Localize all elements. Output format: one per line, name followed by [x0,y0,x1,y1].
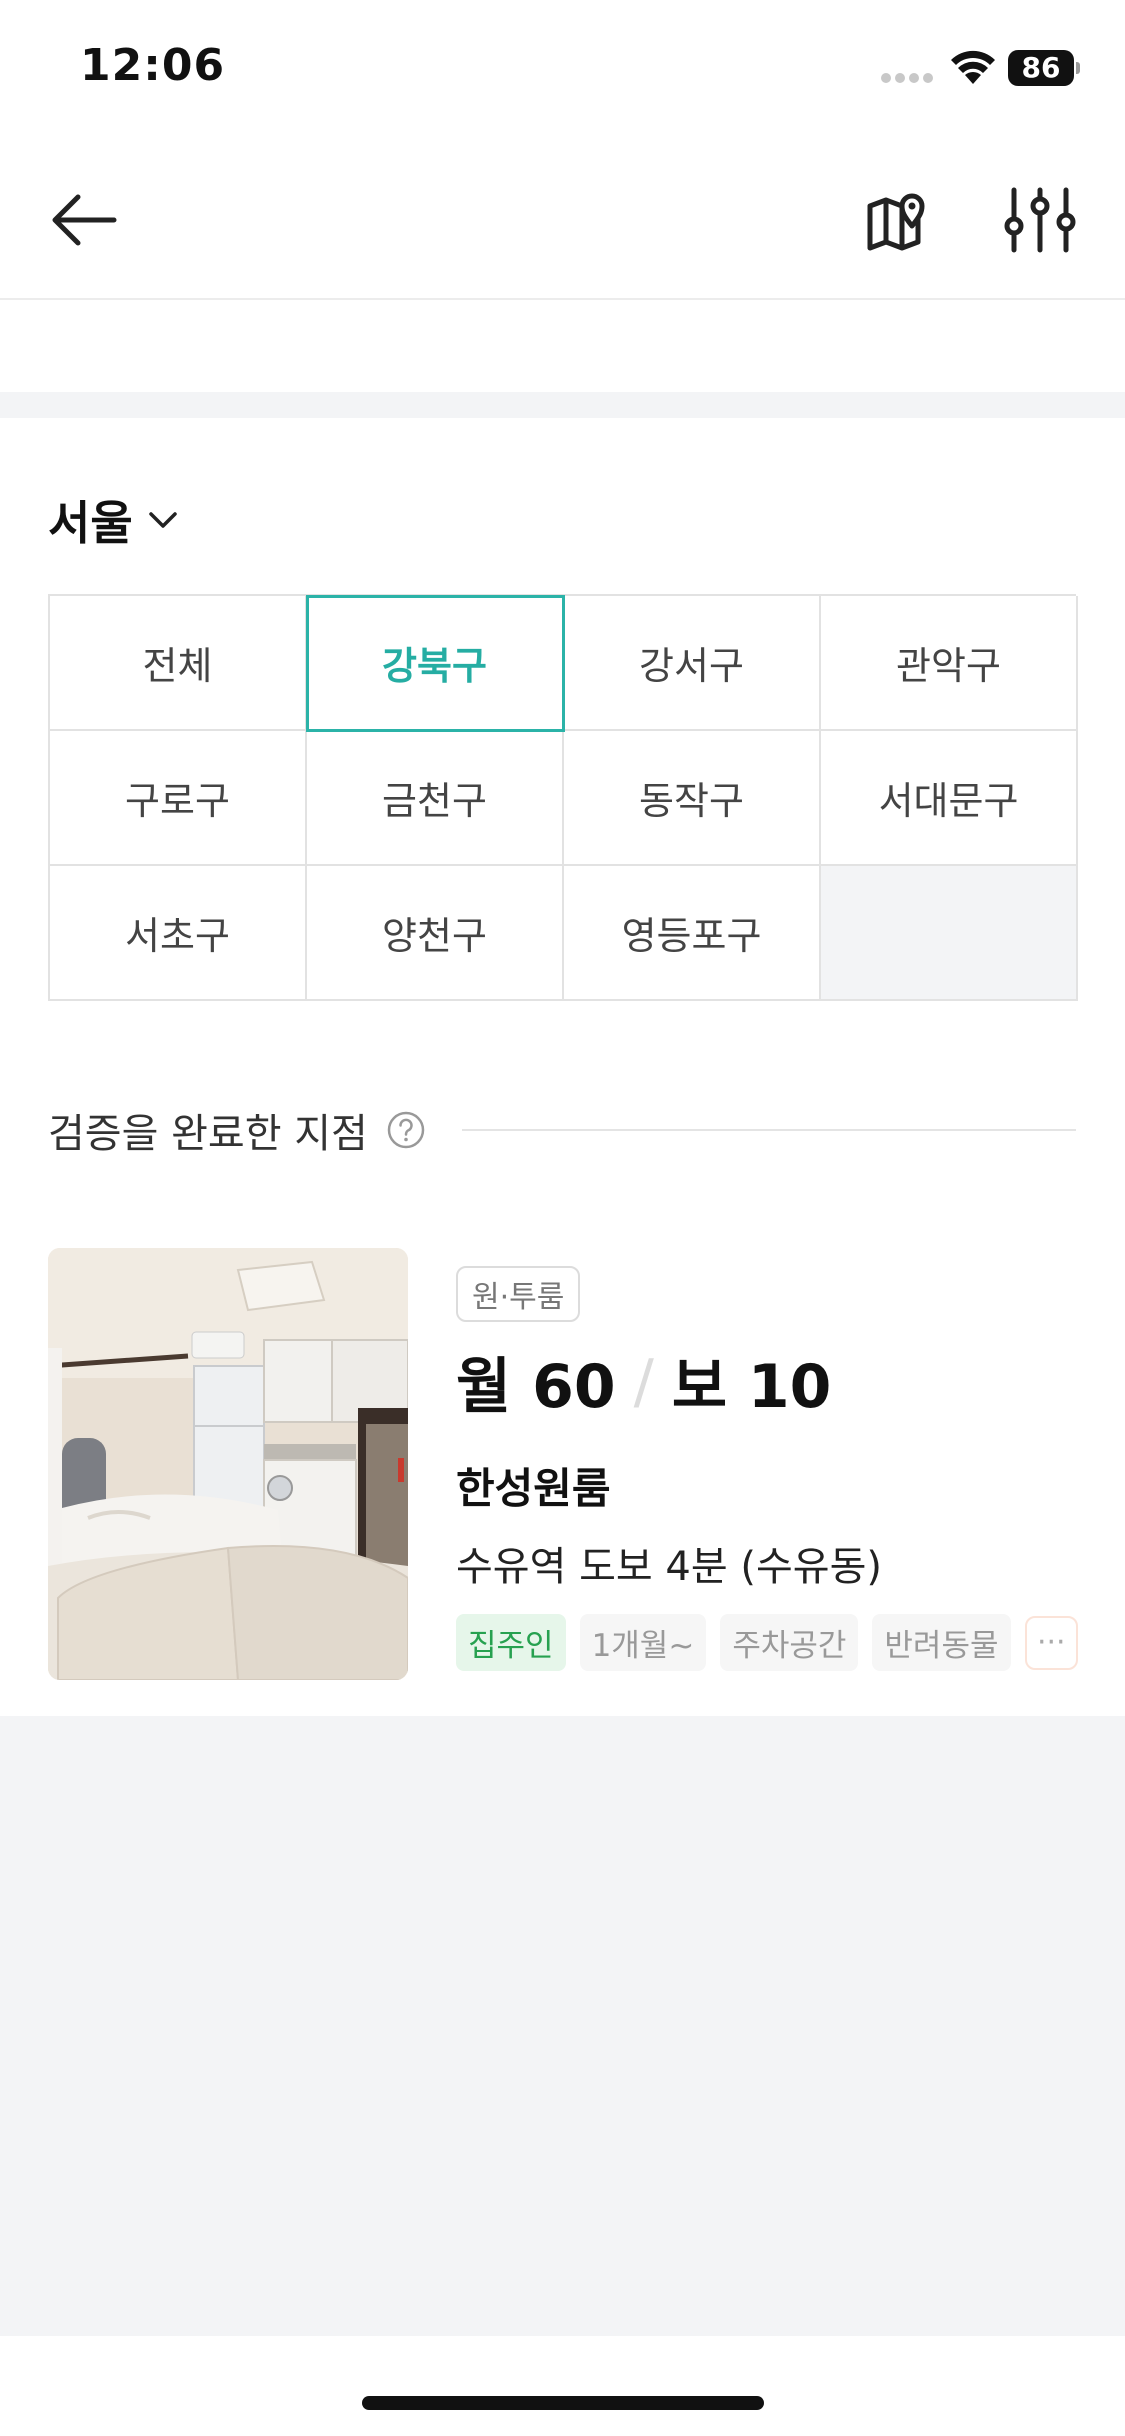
monthly-rent: 월 60 [456,1352,616,1422]
district-seodaemun[interactable]: 서대문구 [821,731,1078,866]
listing-info: 원·투룸 월 60 / 보 10 한성원룸 수유역 도보 4분 (수유동) 집주… [456,1266,1078,1671]
room-type-badge: 원·투룸 [456,1266,581,1322]
district-yangcheon[interactable]: 양천구 [307,866,564,1001]
price-row: 월 60 / 보 10 [456,1338,1078,1425]
region-label: 서울 [48,496,133,550]
district-gwanak[interactable]: 관악구 [821,596,1078,731]
battery-icon: 86 [1008,50,1080,86]
section-title: 검증을 완료한 지점 [48,1111,368,1157]
district-grid: 전체 강북구 강서구 관악구 구로구 금천구 동작구 서대문구 서초구 양천구 … [48,594,1078,1001]
tag-pets: 반려동물 [872,1614,1011,1671]
nav-bar [0,140,1125,300]
tag-parking: 주차공간 [720,1614,859,1671]
wifi-icon [951,50,995,84]
price-separator: / [633,1346,654,1417]
filter-button[interactable] [1000,180,1080,260]
district-gangseo[interactable]: 강서구 [564,596,821,731]
region-selector[interactable]: 서울 [48,485,181,555]
divider-strip [0,392,1125,418]
chevron-down-icon [148,512,177,528]
listing-location: 수유역 도보 4분 (수유동) [456,1544,883,1590]
question-circle-icon[interactable] [386,1110,426,1150]
district-dongjak[interactable]: 동작구 [564,731,821,866]
filter-sliders-icon [1004,187,1076,253]
listing-card[interactable]: 원·투룸 월 60 / 보 10 한성원룸 수유역 도보 4분 (수유동) 집주… [48,1248,1078,1680]
verified-section-heading: 검증을 완료한 지점 [48,1090,1076,1170]
district-all[interactable]: 전체 [50,596,307,731]
empty-area [0,1716,1125,2336]
signal-icon [881,73,933,83]
listing-photo[interactable] [48,1248,408,1680]
tag-row: 집주인 1개월~ 주차공간 반려동물 ··· [456,1614,1078,1671]
district-yeongdeungpo[interactable]: 영등포구 [564,866,821,1001]
home-indicator[interactable] [362,2396,764,2410]
map-icon [867,193,925,251]
district-geumcheon[interactable]: 금천구 [307,731,564,866]
deposit: 보 10 [671,1352,832,1422]
battery-level: 86 [1008,50,1074,86]
tag-min-stay: 1개월~ [579,1614,707,1671]
status-time: 12:06 [80,40,226,91]
district-empty-cell [821,866,1078,1001]
district-seocho[interactable]: 서초구 [50,866,307,1001]
room-photo-illustration [48,1248,408,1680]
more-tags-button[interactable]: ··· [1024,1615,1078,1670]
listing-name: 한성원룸 [456,1464,611,1513]
section-divider [461,1129,1076,1131]
back-button[interactable] [44,180,124,260]
district-gangbuk[interactable]: 강북구 [306,595,565,732]
map-button[interactable] [858,180,938,260]
back-arrow-icon [52,194,117,246]
district-guro[interactable]: 구로구 [50,731,307,866]
tag-owner: 집주인 [456,1614,566,1671]
status-bar: 12:06 86 [0,0,1125,140]
